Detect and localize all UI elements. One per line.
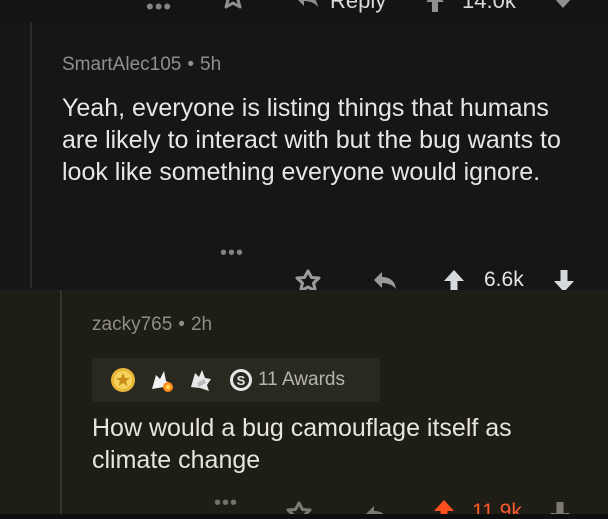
more-options-icon[interactable]: •••	[220, 242, 244, 265]
reply-button-label[interactable]: Reply	[330, 0, 386, 14]
helpful-award-icon	[191, 370, 211, 391]
screen-bottom-edge	[0, 514, 608, 519]
comment-body: How would a bug camouflage itself as cli…	[92, 414, 512, 474]
comment: zacky765 • 2h S 11 Awards How would a bu…	[0, 290, 608, 519]
previous-comment-action-bar: ••• Reply 14.0k	[0, 0, 608, 22]
comment-body: Yeah, everyone is listing things that hu…	[62, 94, 561, 186]
more-options-icon[interactable]: •••	[146, 0, 172, 20]
meta-separator: •	[178, 314, 185, 335]
thread-collapse-line[interactable]	[60, 290, 62, 519]
comment-meta: zacky765 • 2h	[92, 314, 212, 336]
award-icon[interactable]	[218, 0, 248, 14]
reply-arrow-icon[interactable]	[292, 0, 322, 10]
comment: SmartAlec105 • 5h Yeah, everyone is listin…	[0, 22, 608, 293]
reply-arrow-icon[interactable]	[370, 268, 400, 292]
wholesome-award-icon	[152, 371, 173, 392]
upvote-arrow-icon[interactable]	[424, 0, 446, 14]
downvote-arrow-icon[interactable]	[552, 0, 574, 10]
silver-award-icon: S	[230, 369, 252, 391]
comment-meta: SmartAlec105 • 5h	[62, 54, 221, 76]
gold-award-icon	[111, 368, 135, 392]
score-count: 14.0k	[462, 0, 516, 13]
comment-age: 5h	[200, 54, 222, 75]
meta-separator: •	[187, 54, 194, 75]
comment-age: 2h	[190, 314, 213, 335]
author-username[interactable]: zacky765	[92, 314, 172, 335]
score-count: 6.6k	[484, 268, 524, 291]
awards-count: 11 Awards	[258, 369, 345, 390]
svg-text:S: S	[237, 373, 246, 388]
reddit-comment-thread: ••• Reply 14.0k SmartAlec105 • 5h Yeah, ev…	[0, 0, 608, 519]
awards-strip[interactable]: S 11 Awards	[92, 358, 380, 402]
author-username[interactable]: SmartAlec105	[62, 54, 181, 75]
thread-collapse-line[interactable]	[30, 22, 32, 288]
more-options-icon[interactable]: •••	[214, 492, 238, 515]
